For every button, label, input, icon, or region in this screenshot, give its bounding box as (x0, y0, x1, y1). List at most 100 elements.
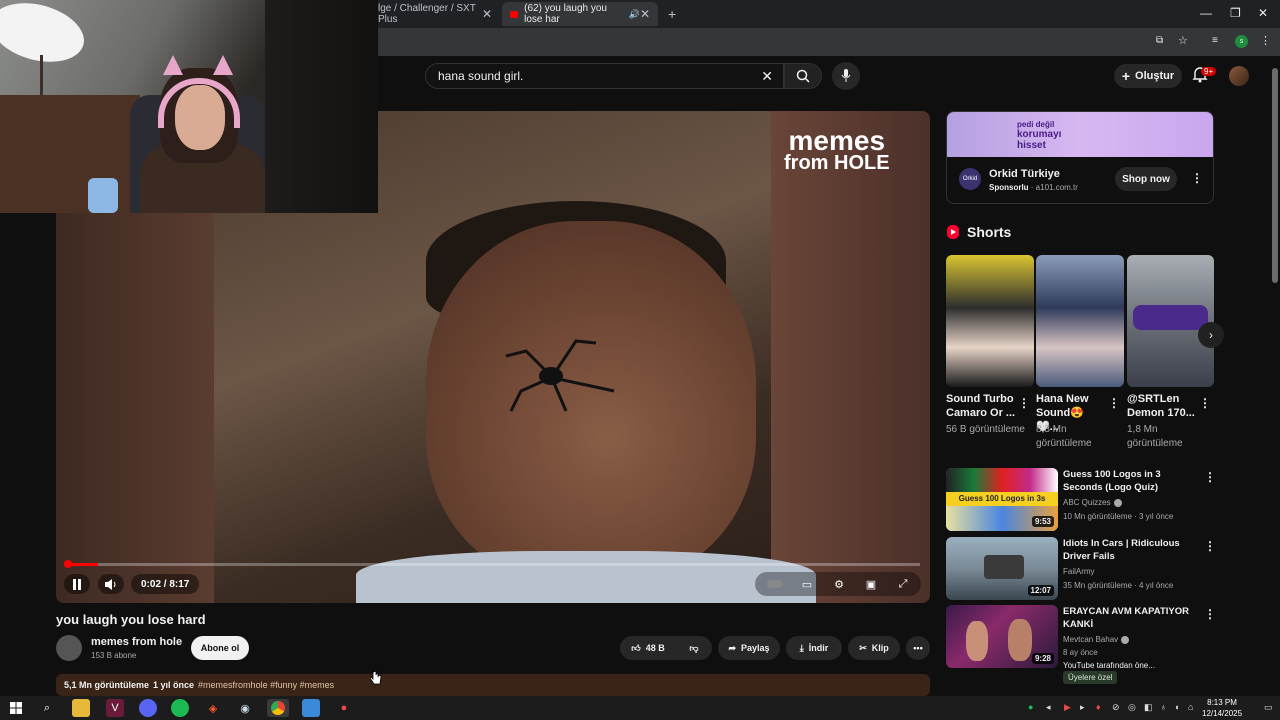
account-avatar[interactable] (1229, 66, 1249, 86)
app-icon[interactable]: V (106, 699, 124, 717)
like-button[interactable]: 👍︎ 48 B (620, 636, 676, 660)
short-thumbnail[interactable] (946, 255, 1034, 387)
thumb-caption: Guess 100 Logos in 3s (946, 492, 1058, 506)
more-actions-button[interactable]: ••• (906, 636, 930, 660)
discord-icon[interactable] (139, 699, 157, 717)
rec-menu-icon[interactable]: ⋮ (1204, 539, 1216, 553)
shop-now-button[interactable]: Shop now (1115, 167, 1177, 191)
file-explorer-icon[interactable] (72, 699, 90, 717)
short-title[interactable]: Sound Turbo Camaro Or ... (946, 392, 1016, 420)
volume-tray-icon[interactable]: ◖ (1174, 702, 1179, 712)
rec-title[interactable]: ERAYCAN AVM KAPATIYOR KANKİ (1063, 605, 1193, 631)
description-box[interactable]: 5,1 Mn görüntüleme 1 yıl önce #memesfrom… (56, 674, 930, 696)
search-button[interactable] (784, 63, 822, 89)
progress-bar[interactable] (66, 563, 920, 566)
browser-tab[interactable]: lge / Challenger / SXT Plus ✕ (370, 2, 500, 26)
recommended-video[interactable]: 9:28 ERAYCAN AVM KAPATIYOR KANKİ Mevtcan… (946, 605, 1216, 670)
install-icon[interactable]: ⧉ (1156, 35, 1163, 46)
close-window-icon[interactable]: ✕ (1258, 6, 1268, 20)
short-menu-icon[interactable]: ⋮ (1018, 396, 1030, 410)
subscribe-button[interactable]: Abone ol (191, 636, 249, 660)
short-menu-icon[interactable]: ⋮ (1199, 396, 1211, 410)
tray-icon[interactable]: ▸ (1080, 702, 1085, 713)
sponsored-ad-card[interactable]: pedi değil korumayı hisset Orkid Orkid T… (946, 111, 1214, 204)
spotify-icon[interactable] (171, 699, 189, 717)
theater-mode-icon[interactable]: ▣ (862, 574, 880, 594)
tray-icon[interactable]: ◂ (1046, 702, 1051, 713)
new-tab-button[interactable]: + (660, 2, 680, 26)
video-thumbnail[interactable]: Guess 100 Logos in 3s 9:53 (946, 468, 1058, 531)
close-tab-icon[interactable]: ✕ (640, 7, 650, 21)
video-thumbnail[interactable]: 9:28 (946, 605, 1058, 668)
rec-channel[interactable]: ABC Quizzes (1063, 498, 1111, 507)
brave-icon[interactable]: ◈ (204, 699, 222, 717)
short-thumbnail[interactable] (1127, 255, 1214, 387)
watermark-line2: from HOLE (784, 152, 890, 174)
recommended-video[interactable]: 12:07 Idiots In Cars | Ridiculous Driver… (946, 537, 1216, 601)
media-controls-icon[interactable]: ≡ (1212, 35, 1218, 46)
recommended-video[interactable]: Guess 100 Logos in 3s 9:53 Guess 100 Log… (946, 468, 1216, 532)
rec-meta: 8 ay önce (1063, 648, 1098, 657)
car-image (984, 555, 1024, 579)
shorts-next-button[interactable]: › (1198, 322, 1224, 348)
scrollbar-thumb[interactable] (1272, 68, 1278, 283)
chrome-menu-icon[interactable]: ⋮ (1260, 34, 1271, 47)
profile-avatar-icon[interactable]: s (1235, 35, 1248, 48)
short-thumbnail[interactable] (1036, 255, 1124, 387)
short-title[interactable]: @SRTLen Demon 170... (1127, 392, 1197, 420)
tray-icon[interactable]: ♁ (1160, 702, 1167, 712)
speaker-icon[interactable]: 🔊 (629, 9, 640, 20)
clock[interactable]: 8:13 PM 12/14/2025 (1202, 697, 1242, 719)
thumbs-down-icon: 👎︎ (689, 642, 699, 653)
network-tray-icon[interactable]: ⌂ (1188, 702, 1193, 712)
progress-scrubber[interactable] (64, 560, 72, 568)
pause-button[interactable] (64, 574, 90, 594)
create-button[interactable]: + Oluştur (1114, 64, 1182, 88)
rec-title[interactable]: Guess 100 Logos in 3 Seconds (Logo Quiz) (1063, 468, 1193, 494)
channel-avatar[interactable] (56, 635, 82, 661)
rec-channel[interactable]: FailArmy (1063, 567, 1095, 576)
close-tab-icon[interactable]: ✕ (482, 7, 492, 21)
steam-icon[interactable]: ◉ (236, 699, 254, 717)
clear-search-icon[interactable]: ✕ (761, 68, 773, 85)
fullscreen-icon[interactable]: ⤢ (894, 574, 912, 594)
rec-title[interactable]: Idiots In Cars | Ridiculous Driver Fails (1063, 537, 1193, 563)
search-input[interactable]: hana sound girl. ✕ (425, 63, 784, 89)
search-icon[interactable]: ⌕ (38, 699, 56, 717)
rec-channel[interactable]: Mevtcan Bahav (1063, 635, 1118, 644)
tray-icon[interactable]: ◎ (1128, 702, 1136, 713)
channel-name[interactable]: memes from hole (91, 636, 182, 648)
hashtags[interactable]: #memesfromhole #funny #memes (198, 680, 334, 690)
dislike-button[interactable]: 👎︎ (678, 636, 710, 660)
tray-icon[interactable]: ⊘ (1112, 702, 1120, 713)
short-menu-icon[interactable]: ⋮ (1108, 396, 1120, 410)
volume-button[interactable] (98, 574, 124, 594)
microphone-tray-icon[interactable]: ♦ (1096, 702, 1101, 712)
app-window-icon[interactable] (302, 699, 320, 717)
share-arrow-icon: ➦ (728, 642, 736, 653)
rec-menu-icon[interactable]: ⋮ (1204, 470, 1216, 484)
video-thumbnail[interactable]: 12:07 (946, 537, 1058, 600)
obs-icon[interactable]: ● (335, 699, 353, 717)
ad-menu-icon[interactable]: ⋮ (1191, 171, 1203, 185)
ad-banner[interactable]: pedi değil korumayı hisset (947, 112, 1213, 157)
browser-tab-active[interactable]: (62) you laugh you lose har 🔊 ✕ (502, 2, 658, 26)
bookmark-star-icon[interactable]: ☆ (1178, 34, 1188, 47)
restore-icon[interactable]: ❐ (1230, 6, 1241, 20)
notification-center-icon[interactable]: ▭ (1264, 702, 1273, 713)
voice-search-button[interactable] (832, 62, 860, 90)
autoplay-toggle[interactable] (766, 574, 784, 594)
rec-menu-icon[interactable]: ⋮ (1204, 607, 1216, 621)
windows-start-icon[interactable] (7, 699, 25, 717)
share-button[interactable]: ➦ Paylaş (718, 636, 780, 660)
clip-button[interactable]: ✂ Klip (848, 636, 900, 660)
windows-taskbar (0, 696, 1280, 720)
chrome-taskbar-button[interactable] (267, 699, 289, 717)
tray-icon[interactable]: ▶ (1064, 702, 1071, 713)
minimize-icon[interactable]: — (1200, 6, 1212, 20)
download-button[interactable]: ⤓ İndir (786, 636, 842, 660)
spotify-tray-icon[interactable]: ● (1028, 702, 1033, 712)
tray-icon[interactable]: ◧ (1144, 702, 1153, 713)
settings-gear-icon[interactable]: ⚙ (830, 574, 848, 594)
captions-icon[interactable]: ▭ (798, 574, 816, 594)
